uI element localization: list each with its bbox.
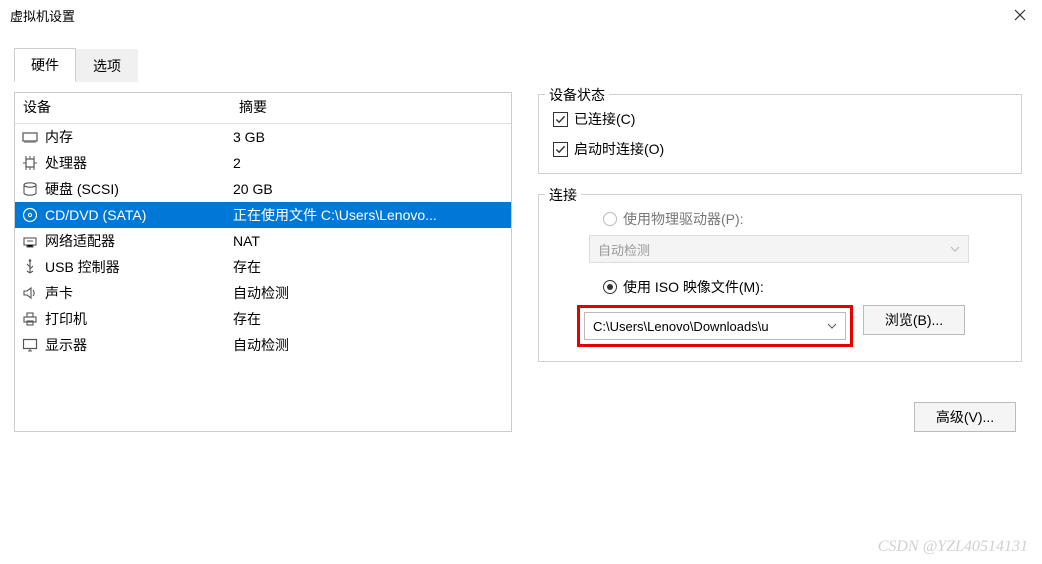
- close-button[interactable]: [998, 0, 1042, 30]
- device-row[interactable]: 硬盘 (SCSI) 20 GB: [15, 176, 511, 202]
- header-device[interactable]: 设备: [15, 93, 233, 123]
- device-summary: 自动检测: [233, 283, 511, 303]
- physical-drive-label: 使用物理驱动器(P):: [623, 209, 744, 229]
- device-row[interactable]: 网络适配器 NAT: [15, 228, 511, 254]
- device-row[interactable]: 显示器 自动检测: [15, 332, 511, 358]
- device-row[interactable]: 内存 3 GB: [15, 124, 511, 150]
- device-name: 声卡: [45, 283, 73, 303]
- printer-icon: [21, 310, 39, 328]
- device-summary: 3 GB: [233, 129, 511, 145]
- iso-path-value: C:\Users\Lenovo\Downloads\u: [593, 319, 769, 334]
- device-summary: 20 GB: [233, 181, 511, 197]
- close-icon: [1014, 9, 1026, 21]
- advanced-button[interactable]: 高级(V)...: [914, 402, 1016, 432]
- net-icon: [21, 232, 39, 250]
- device-summary: 存在: [233, 309, 511, 329]
- display-icon: [21, 336, 39, 354]
- device-summary: 正在使用文件 C:\Users\Lenovo...: [233, 205, 511, 225]
- disc-icon: [21, 206, 39, 224]
- iso-file-radio[interactable]: [603, 280, 617, 294]
- check-icon: [555, 114, 566, 125]
- chevron-down-icon: [827, 321, 837, 331]
- connection-title: 连接: [545, 185, 581, 205]
- connected-label: 已连接(C): [574, 109, 635, 129]
- browse-button[interactable]: 浏览(B)...: [863, 305, 965, 335]
- device-row[interactable]: 打印机 存在: [15, 306, 511, 332]
- physical-drive-value: 自动检测: [598, 240, 650, 259]
- device-summary: 自动检测: [233, 335, 511, 355]
- device-name: 显示器: [45, 335, 87, 355]
- physical-drive-radio[interactable]: [603, 212, 617, 226]
- iso-highlight: C:\Users\Lenovo\Downloads\u: [577, 305, 853, 347]
- device-summary: 2: [233, 155, 511, 171]
- connected-checkbox[interactable]: [553, 112, 568, 127]
- device-summary: NAT: [233, 233, 511, 249]
- tab-hardware[interactable]: 硬件: [14, 48, 76, 82]
- iso-file-label: 使用 ISO 映像文件(M):: [623, 277, 764, 297]
- device-name: 内存: [45, 127, 73, 147]
- watermark: CSDN @YZL40514131: [878, 538, 1028, 556]
- device-list-panel: 设备 摘要 内存 3 GB 处理器 2 硬盘 (SCSI) 20 GB CD/DVD (SA…: [14, 92, 512, 432]
- device-name: 处理器: [45, 153, 87, 173]
- connection-group: 连接 使用物理驱动器(P): 自动检测 使用 ISO 映像文件(M): C:\U…: [538, 194, 1022, 362]
- tab-bar: 硬件 选项: [0, 48, 1042, 82]
- physical-drive-combo: 自动检测: [589, 235, 969, 263]
- device-name: 打印机: [45, 309, 87, 329]
- device-name: CD/DVD (SATA): [45, 207, 146, 223]
- device-table-header: 设备 摘要: [15, 93, 511, 124]
- cpu-icon: [21, 154, 39, 172]
- device-name: USB 控制器: [45, 257, 120, 277]
- device-name: 网络适配器: [45, 231, 115, 251]
- iso-path-combo[interactable]: C:\Users\Lenovo\Downloads\u: [584, 312, 846, 340]
- usb-icon: [21, 258, 39, 276]
- device-row[interactable]: 处理器 2: [15, 150, 511, 176]
- device-row[interactable]: 声卡 自动检测: [15, 280, 511, 306]
- connect-on-start-label: 启动时连接(O): [574, 139, 664, 159]
- disk-icon: [21, 180, 39, 198]
- device-status-group: 设备状态 已连接(C) 启动时连接(O): [538, 94, 1022, 174]
- sound-icon: [21, 284, 39, 302]
- device-status-title: 设备状态: [545, 85, 609, 105]
- chevron-down-icon: [950, 244, 960, 254]
- window-title: 虚拟机设置: [10, 6, 75, 25]
- memory-icon: [21, 128, 39, 146]
- device-name: 硬盘 (SCSI): [45, 179, 119, 199]
- header-summary[interactable]: 摘要: [233, 93, 511, 123]
- device-summary: 存在: [233, 257, 511, 277]
- device-row[interactable]: CD/DVD (SATA) 正在使用文件 C:\Users\Lenovo...: [15, 202, 511, 228]
- check-icon: [555, 144, 566, 155]
- tab-options[interactable]: 选项: [76, 49, 138, 82]
- connect-on-start-checkbox[interactable]: [553, 142, 568, 157]
- device-row[interactable]: USB 控制器 存在: [15, 254, 511, 280]
